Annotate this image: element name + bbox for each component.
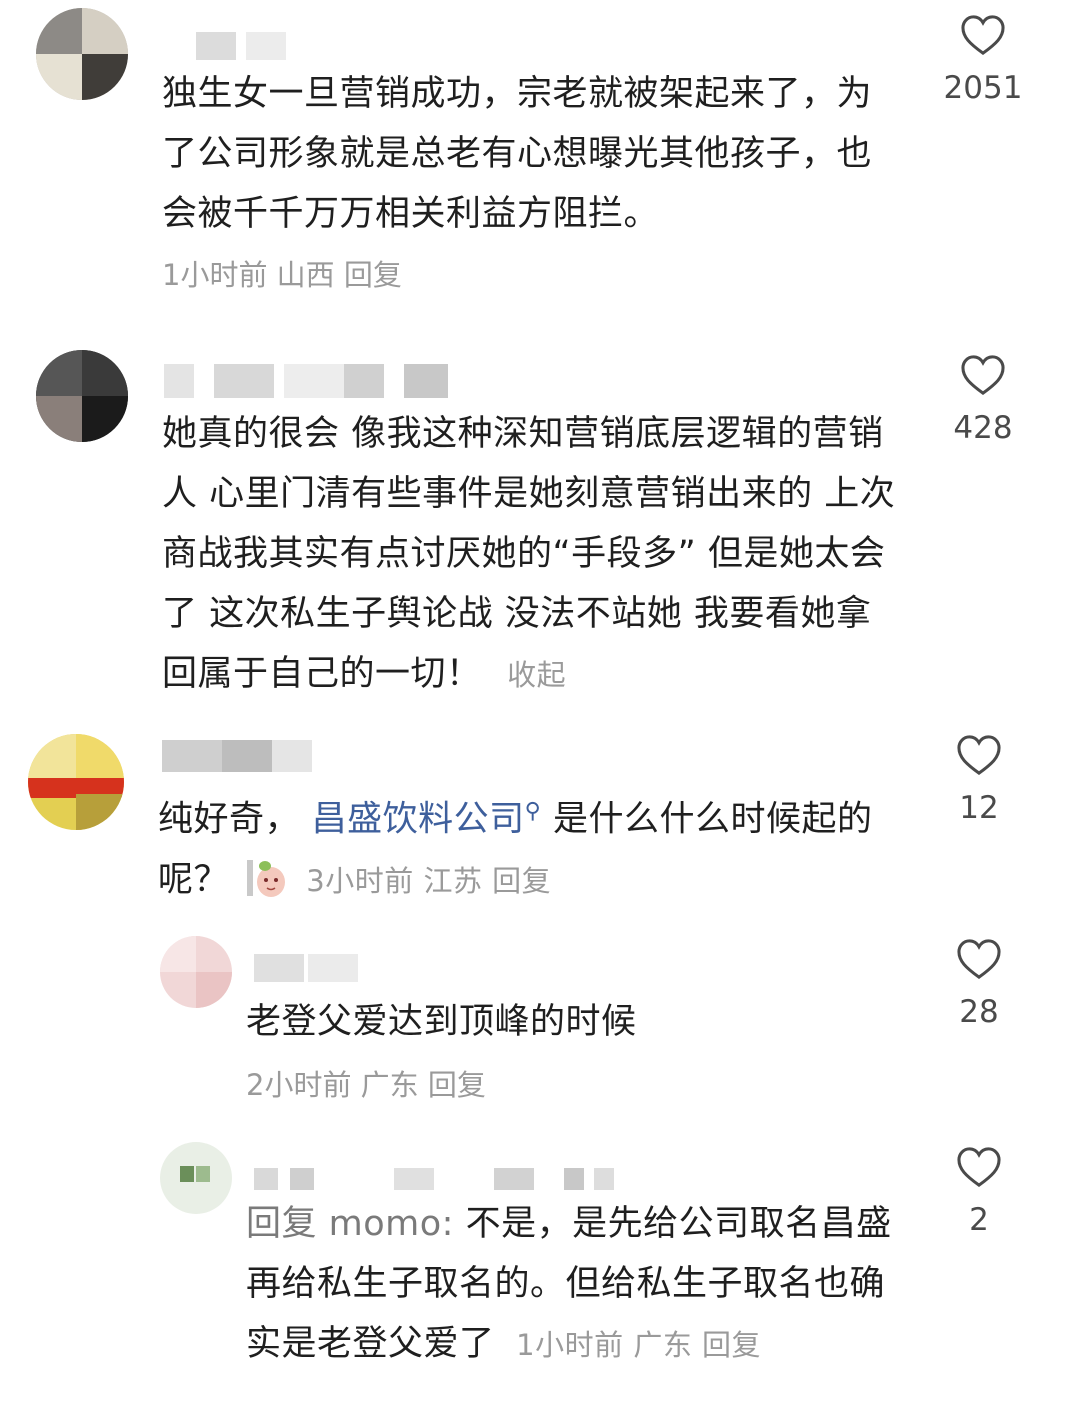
avatar[interactable]: [36, 350, 128, 442]
comment-3: 纯好奇， 昌盛饮料公司⚲ 是什么什么时候起的呢？ 3小时前 江苏 回复 12: [0, 720, 1080, 920]
avatar[interactable]: [36, 8, 128, 100]
comment-2: 她真的很会 像我这种深知营销底层逻辑的营销人 心里门清有些事件是她刻意营销出来的…: [0, 340, 1080, 710]
comment-meta[interactable]: 3小时前 江苏 回复: [306, 864, 551, 898]
comment-text: 她真的很会 像我这种深知营销底层逻辑的营销人 心里门清有些事件是她刻意营销出来的…: [162, 404, 902, 705]
username-blurred[interactable]: [162, 740, 312, 772]
heart-outline-icon: [957, 939, 1001, 980]
comment-text: 回复 momo: 不是，是先给公司取名昌盛再给私生子取名的。但给私生子取名也确实…: [246, 1194, 896, 1375]
comment-meta[interactable]: 1小时前 广东 回复: [516, 1328, 761, 1362]
avatar[interactable]: [28, 734, 124, 830]
heart-outline-icon: [957, 735, 1001, 776]
username-blurred[interactable]: [254, 954, 358, 982]
reply-2: 回复 momo: 不是，是先给公司取名昌盛再给私生子取名的。但给私生子取名也确实…: [0, 1136, 1080, 1406]
avatar[interactable]: [160, 936, 232, 1008]
search-link[interactable]: 昌盛饮料公司: [312, 800, 525, 840]
avatar[interactable]: [160, 1142, 232, 1214]
comment-body: 老登父爱达到顶峰的时候: [246, 1002, 637, 1042]
comment-meta[interactable]: 1小时前 山西 回复: [162, 252, 402, 294]
comment-body: 纯好奇，: [158, 799, 301, 840]
collapse-link[interactable]: 收起: [507, 658, 566, 692]
search-icon[interactable]: ⚲: [525, 799, 542, 824]
comment-text: 老登父爱达到顶峰的时候: [246, 992, 886, 1052]
like-button[interactable]: 428: [928, 354, 1038, 446]
reply-prefix: 回复 momo:: [246, 1204, 466, 1244]
like-button[interactable]: 2: [924, 1146, 1034, 1238]
comment-body: 她真的很会 像我这种深知营销底层逻辑的营销人 心里门清有些事件是她刻意营销出来的…: [162, 414, 896, 694]
like-button[interactable]: 2051: [928, 14, 1038, 106]
username-blurred[interactable]: [196, 32, 296, 60]
like-button[interactable]: 12: [924, 734, 1034, 826]
like-count: 2051: [943, 70, 1023, 106]
username-blurred[interactable]: [254, 1168, 614, 1190]
sticker-emoji-icon: [246, 859, 285, 897]
heart-outline-icon: [961, 355, 1005, 396]
username-blurred[interactable]: [164, 364, 454, 398]
like-count: 28: [959, 994, 999, 1030]
comment-body: 独生女一旦营销成功，宗老就被架起来了，为了公司形象就是总老有心想曝光其他孩子，也…: [162, 74, 873, 234]
comment-text: 独生女一旦营销成功，宗老就被架起来了，为了公司形象就是总老有心想曝光其他孩子，也…: [162, 64, 882, 244]
heart-outline-icon: [957, 1147, 1001, 1188]
like-count: 2: [969, 1202, 989, 1238]
comment-meta[interactable]: 2小时前 广东 回复: [246, 1062, 486, 1104]
comment-1: 独生女一旦营销成功，宗老就被架起来了，为了公司形象就是总老有心想曝光其他孩子，也…: [0, 0, 1080, 320]
heart-outline-icon: [961, 15, 1005, 56]
like-count: 12: [959, 790, 999, 826]
like-button[interactable]: 28: [924, 938, 1034, 1030]
like-count: 428: [953, 410, 1013, 446]
reply-1: 老登父爱达到顶峰的时候 2小时前 广东 回复 28: [0, 928, 1080, 1128]
comment-text: 纯好奇， 昌盛饮料公司⚲ 是什么什么时候起的呢？ 3小时前 江苏 回复: [158, 782, 898, 911]
